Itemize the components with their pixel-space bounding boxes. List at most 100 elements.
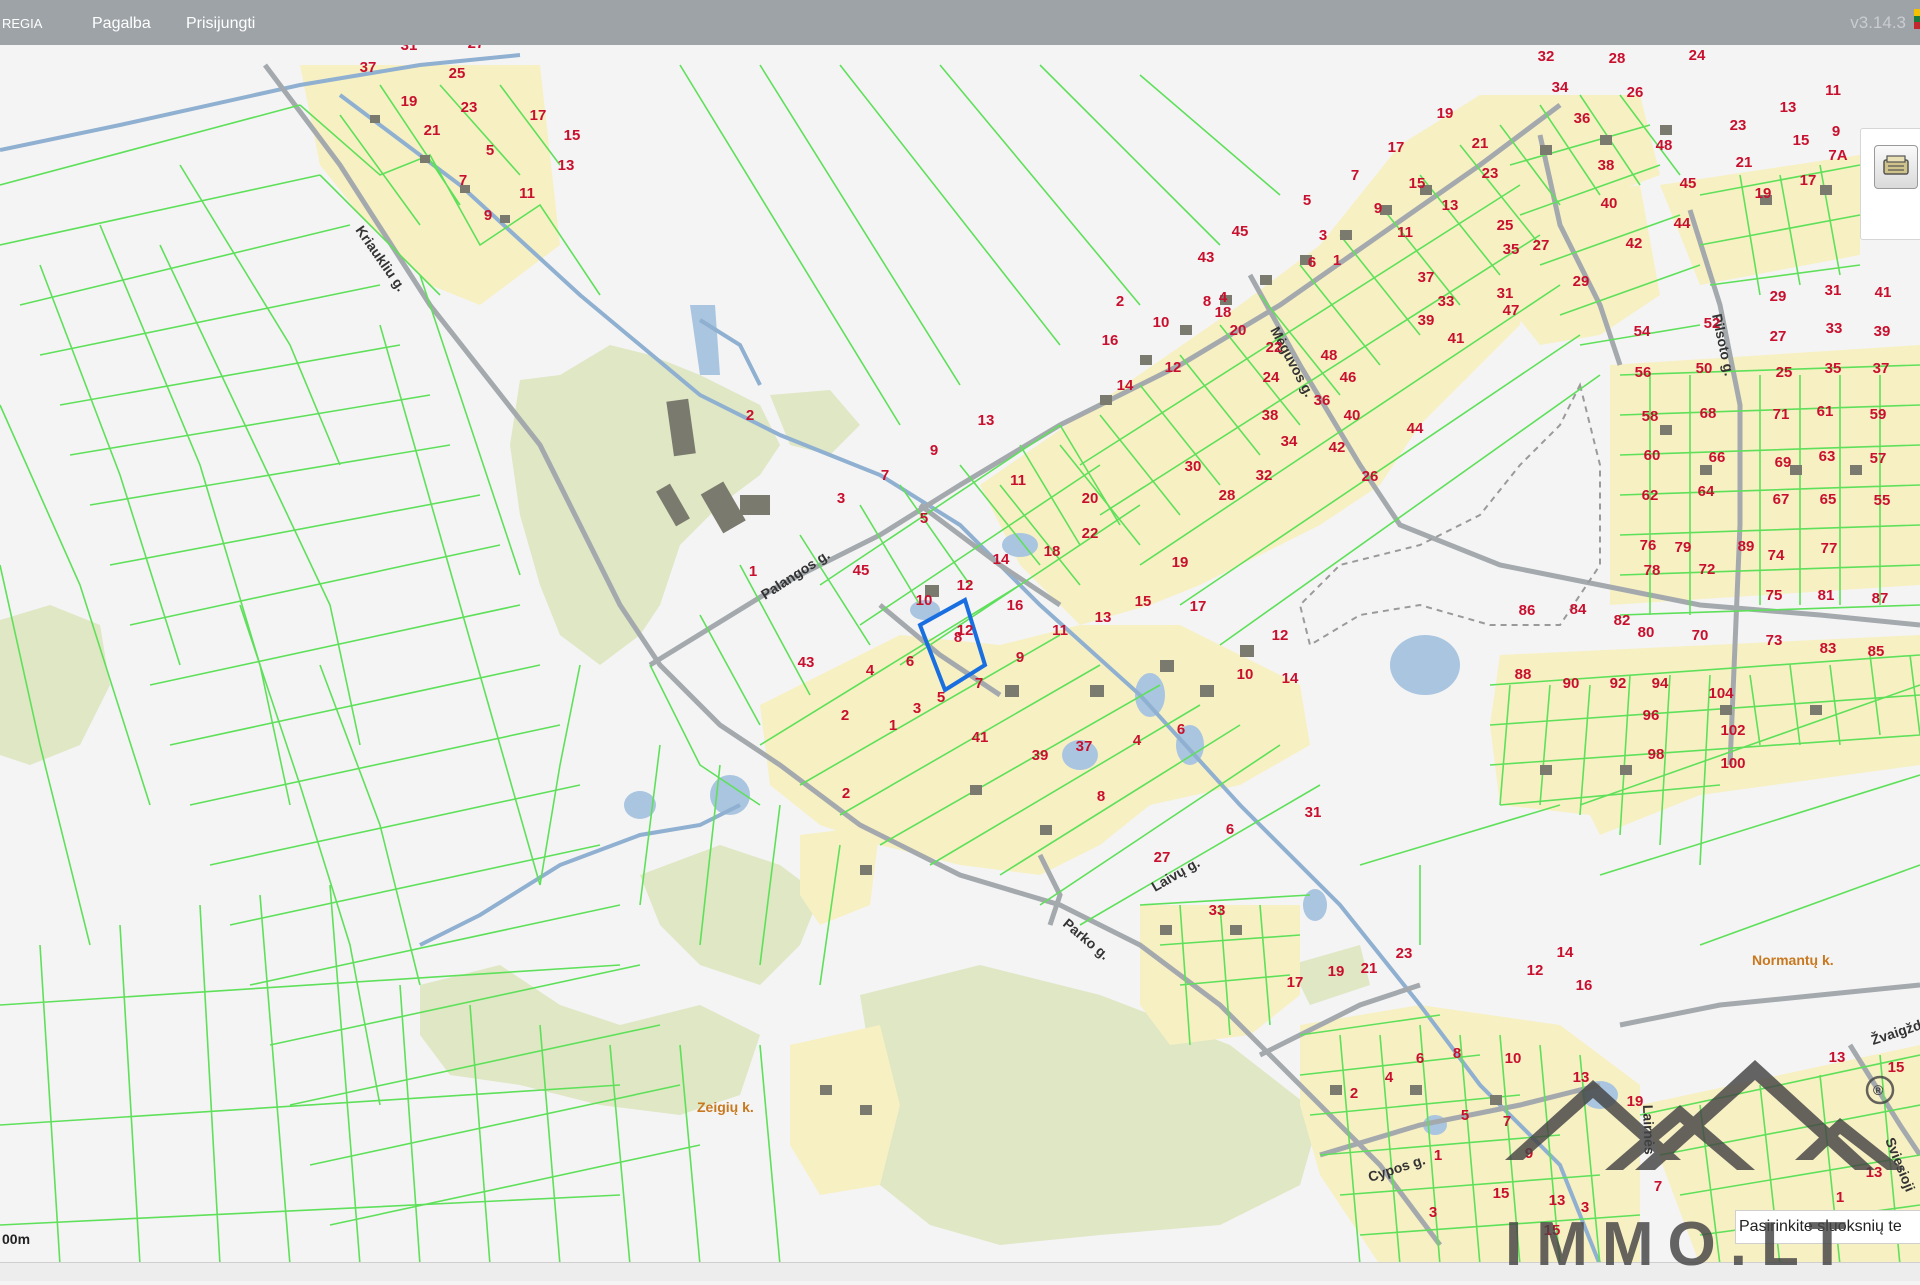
plot-number: 1 [1333, 252, 1341, 269]
plot-number: 61 [1817, 403, 1834, 420]
plot-number: 4 [1133, 732, 1142, 749]
plot-number: 16 [1007, 597, 1024, 614]
plot-number: 7 [975, 675, 983, 692]
plot-number: 3 [1581, 1199, 1589, 1216]
layer-hint: Pasirinkite sluoksnių te [1735, 1210, 1920, 1244]
plot-number: 13 [1829, 1049, 1846, 1066]
plot-number: 21 [1472, 135, 1489, 152]
plot-number: 15 [1135, 593, 1152, 610]
plot-number: 21 [1736, 154, 1753, 171]
plot-number: 2 [746, 407, 754, 424]
plot-number: 13 [1442, 197, 1459, 214]
plot-number: 3 [1319, 227, 1327, 244]
plot-number: 41 [1875, 284, 1892, 301]
plot-number: 9 [1832, 123, 1840, 140]
plot-number: 88 [1515, 666, 1532, 683]
plot-number: 77 [1821, 540, 1838, 557]
layers-icon [1883, 155, 1909, 175]
layers-button[interactable] [1874, 145, 1918, 189]
plot-number: 1 [889, 717, 897, 734]
plot-number: 45 [1680, 175, 1697, 192]
plot-number: 58 [1642, 408, 1659, 425]
plot-number: 69 [1775, 454, 1792, 471]
plot-number: 67 [1773, 491, 1790, 508]
plot-number: 41 [1448, 330, 1465, 347]
selected-plot-number[interactable]: 12 [957, 622, 974, 639]
flag-icon [1914, 9, 1920, 29]
plot-number: 19 [1755, 185, 1772, 202]
plot-number: 98 [1648, 746, 1665, 763]
plot-number: 32 [1538, 48, 1555, 65]
plot-number: 6 [1226, 821, 1234, 838]
plot-number: 12 [1272, 627, 1289, 644]
plot-number: 32 [1256, 467, 1273, 484]
plot-number: 52 [1704, 315, 1721, 332]
plot-number: 33 [1209, 902, 1226, 919]
app-brand: REGIA [2, 16, 43, 31]
scale-label: 00m [2, 1231, 31, 1247]
plot-number: 72 [1699, 561, 1716, 578]
plot-number: 15 [1493, 1185, 1510, 1202]
plot-number: 5 [1461, 1107, 1469, 1124]
plot-number: 37 [1418, 269, 1435, 286]
plot-number: 56 [1635, 364, 1652, 381]
plot-number: 17 [1800, 172, 1817, 189]
plot-number: 94 [1652, 675, 1669, 692]
plot-number: 12 [1165, 359, 1182, 376]
plot-number: 9 [484, 207, 492, 224]
plot-number: 45 [853, 562, 870, 579]
plot-number: 41 [972, 729, 989, 746]
plot-number: 18 [1215, 304, 1232, 321]
plot-number: 7 [1351, 167, 1359, 184]
plot-number: 27 [468, 45, 485, 52]
plot-number: 64 [1698, 483, 1715, 500]
plot-number: 13 [1573, 1069, 1590, 1086]
plot-number: 28 [1609, 50, 1626, 67]
plot-number: 42 [1626, 235, 1643, 252]
plot-number: 6 [1308, 254, 1316, 271]
plot-number: 21 [424, 122, 441, 139]
plot-number: 104 [1708, 685, 1734, 702]
plot-number: 27 [1770, 328, 1787, 345]
plot-number: 25 [1776, 364, 1793, 381]
plot-number: 83 [1820, 640, 1837, 657]
plot-number: 66 [1709, 449, 1726, 466]
plot-number: 6 [1177, 721, 1185, 738]
plot-number: 28 [1219, 487, 1236, 504]
plot-number: 11 [1397, 224, 1413, 241]
plot-number: 10 [1237, 666, 1254, 683]
map-canvas[interactable]: Kriaukliu g. Palangos g. Mėguvos g. Pils… [0, 45, 1920, 1265]
plot-number: 33 [1438, 293, 1455, 310]
plot-number: 15 [1409, 175, 1426, 192]
plot-number: 27 [1154, 849, 1171, 866]
plot-number: 20 [1082, 490, 1099, 507]
plot-number: 13 [1095, 609, 1112, 626]
plot-number: 38 [1598, 157, 1615, 174]
plot-number: 5 [1303, 192, 1311, 209]
plot-number: 16 [1102, 332, 1119, 349]
plot-number: 7 [1503, 1113, 1511, 1130]
plot-number: 40 [1601, 195, 1618, 212]
plot-number: 10 [916, 592, 933, 609]
plot-number: 7 [1654, 1178, 1662, 1195]
plot-number: 19 [1172, 554, 1189, 571]
plot-number: 31 [1825, 282, 1842, 299]
menu-help[interactable]: Pagalba [92, 15, 151, 33]
plot-number: 19 [1328, 963, 1345, 980]
plot-number: 11 [519, 185, 535, 202]
plot-number: 1 [1836, 1189, 1844, 1206]
plot-number: 23 [1396, 945, 1413, 962]
plot-number: 6 [906, 653, 914, 670]
plot-number: 15 [1544, 1222, 1561, 1239]
plot-number: 9 [1374, 200, 1382, 217]
plot-number: 5 [937, 689, 945, 706]
plot-number: 81 [1818, 587, 1835, 604]
plot-number: 48 [1656, 137, 1673, 154]
plot-number: 38 [1262, 407, 1279, 424]
plot-number: 39 [1032, 747, 1049, 764]
plot-number: 92 [1610, 675, 1627, 692]
plot-number: 63 [1819, 448, 1836, 465]
plot-number: 71 [1773, 406, 1790, 423]
menu-login[interactable]: Prisijungti [186, 15, 255, 33]
plot-number: 4 [866, 662, 875, 679]
